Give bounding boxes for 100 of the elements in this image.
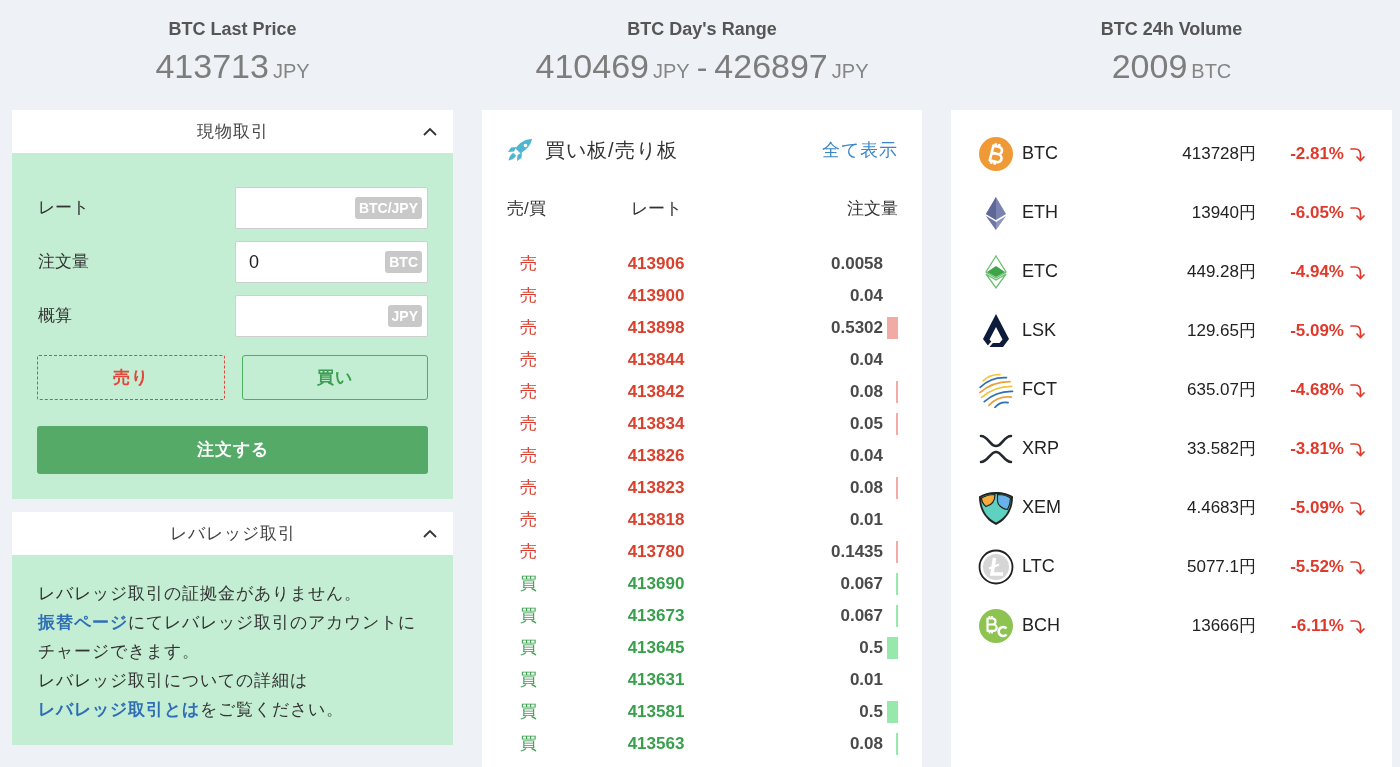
order-amount: 0.067 xyxy=(840,605,883,628)
text-link[interactable]: レバレッジ取引とは xyxy=(38,700,200,719)
buy-button[interactable]: 買い xyxy=(242,355,428,400)
order-button[interactable]: 注文する xyxy=(37,426,428,474)
order-rate: 413818 xyxy=(627,509,685,532)
panel-title: 買い板/売り板 xyxy=(545,138,678,163)
coin-price: 13940円 xyxy=(1191,201,1256,224)
stat-value: 413713 xyxy=(155,46,269,86)
chevron-up-icon[interactable] xyxy=(422,125,438,138)
side-label: 売 xyxy=(519,509,537,532)
order-amount: 0.08 xyxy=(849,381,883,404)
order-amount: 0.1435 xyxy=(831,541,883,564)
sell-button[interactable]: 売り xyxy=(37,355,225,400)
stat-title: BTC 24h Volume xyxy=(1100,18,1243,41)
text-link[interactable]: 振替ページ xyxy=(38,613,128,632)
column-header: 売/買 xyxy=(507,199,546,219)
coin-price: 129.65円 xyxy=(1187,319,1256,342)
input-field[interactable] xyxy=(235,295,428,337)
order-rate: 413844 xyxy=(627,349,685,372)
field-label: レート xyxy=(37,197,89,220)
column-header: レート xyxy=(630,199,682,219)
shield-logo-icon xyxy=(978,489,1014,526)
info-text: レバレッジ取引とは をご覧ください。 xyxy=(38,699,344,721)
coin-symbol: LSK xyxy=(1022,319,1058,342)
order-amount: 0.08 xyxy=(849,733,883,756)
side-label: 買 xyxy=(519,733,537,756)
price-change: -5.52% xyxy=(1290,555,1344,578)
order-rate: 413834 xyxy=(627,413,685,436)
stat-value: 410469 xyxy=(535,46,649,86)
price-change: -4.94% xyxy=(1290,260,1344,283)
coin-symbol: BCH xyxy=(1022,614,1061,637)
b-coin-icon xyxy=(978,135,1014,172)
stat-unit: BTC xyxy=(1191,59,1232,84)
coin-price: 449.28円 xyxy=(1187,260,1256,283)
coin-price: 33.582円 xyxy=(1187,437,1256,460)
info-text: レバレッジ取引の証拠金がありません。 xyxy=(38,583,362,605)
coin-price: 4.4683円 xyxy=(1187,496,1256,519)
order-amount: 0.5302 xyxy=(831,317,883,340)
column-header: 注文量 xyxy=(847,199,898,219)
info-text: 振替ページにてレバレッジ取引のアカウントに xyxy=(38,612,416,634)
info-text: チャージできます。 xyxy=(38,641,200,663)
order-amount: 0.01 xyxy=(849,509,883,532)
coin-price: 635.07円 xyxy=(1187,378,1256,401)
order-rate: 413823 xyxy=(627,477,685,500)
side-label: 売 xyxy=(519,381,537,404)
side-label: 買 xyxy=(519,605,537,628)
order-rate: 413780 xyxy=(627,541,685,564)
order-rate: 413673 xyxy=(627,605,685,628)
order-amount: 0.04 xyxy=(849,349,883,372)
price-change: -2.81% xyxy=(1290,142,1344,165)
panel-title: レバレッジ取引 xyxy=(169,522,296,545)
side-label: 買 xyxy=(519,669,537,692)
side-label: 売 xyxy=(519,317,537,340)
stat-unit: JPY xyxy=(831,59,869,84)
side-label: 売 xyxy=(519,413,537,436)
order-amount: 0.05 xyxy=(849,413,883,436)
show-all-link[interactable]: 全て表示 xyxy=(822,136,898,164)
price-change: -6.05% xyxy=(1290,201,1344,224)
order-rate: 413631 xyxy=(627,669,685,692)
order-rate: 413563 xyxy=(627,733,685,756)
side-label: 売 xyxy=(519,477,537,500)
order-amount: 0.08 xyxy=(849,477,883,500)
order-rate: 413581 xyxy=(627,701,685,724)
order-amount: 0.04 xyxy=(849,285,883,308)
striped-globe-icon xyxy=(978,371,1014,408)
bc-coin-icon xyxy=(978,607,1014,644)
order-amount: 0.0058 xyxy=(831,253,883,276)
range-separator: - xyxy=(696,48,708,87)
price-change: -5.09% xyxy=(1290,319,1344,342)
order-rate: 413690 xyxy=(627,573,685,596)
stat-value: 2009 xyxy=(1111,46,1188,86)
info-text: レバレッジ取引についての詳細は xyxy=(38,670,308,692)
side-label: 売 xyxy=(519,253,537,276)
coin-symbol: LTC xyxy=(1022,555,1056,578)
coin-symbol: ETH xyxy=(1022,201,1059,224)
side-label: 売 xyxy=(519,541,537,564)
side-label: 買 xyxy=(519,573,537,596)
order-amount: 0.5 xyxy=(859,701,883,724)
l-coin-icon xyxy=(978,548,1014,585)
panel-title: 現物取引 xyxy=(196,120,269,143)
order-amount: 0.067 xyxy=(840,573,883,596)
rocket-icon xyxy=(507,138,533,162)
side-label: 売 xyxy=(519,349,537,372)
order-amount: 0.04 xyxy=(849,445,883,468)
field-label: 概算 xyxy=(37,305,72,328)
price-change: -6.11% xyxy=(1291,614,1344,637)
order-amount: 0.01 xyxy=(849,669,883,692)
coin-symbol: FCT xyxy=(1022,378,1058,401)
coin-symbol: XRP xyxy=(1022,437,1060,460)
price-change: -5.09% xyxy=(1290,496,1344,519)
coin-symbol: BTC xyxy=(1022,142,1059,165)
side-label: 買 xyxy=(519,701,537,724)
side-label: 売 xyxy=(519,285,537,308)
price-change: -4.68% xyxy=(1290,378,1344,401)
chevron-up-icon[interactable] xyxy=(422,527,438,540)
stat-unit: JPY xyxy=(653,59,690,84)
field-label: 注文量 xyxy=(37,251,89,274)
order-rate: 413842 xyxy=(627,381,685,404)
order-amount: 0.5 xyxy=(859,637,883,660)
coin-price: 13666円 xyxy=(1191,614,1256,637)
